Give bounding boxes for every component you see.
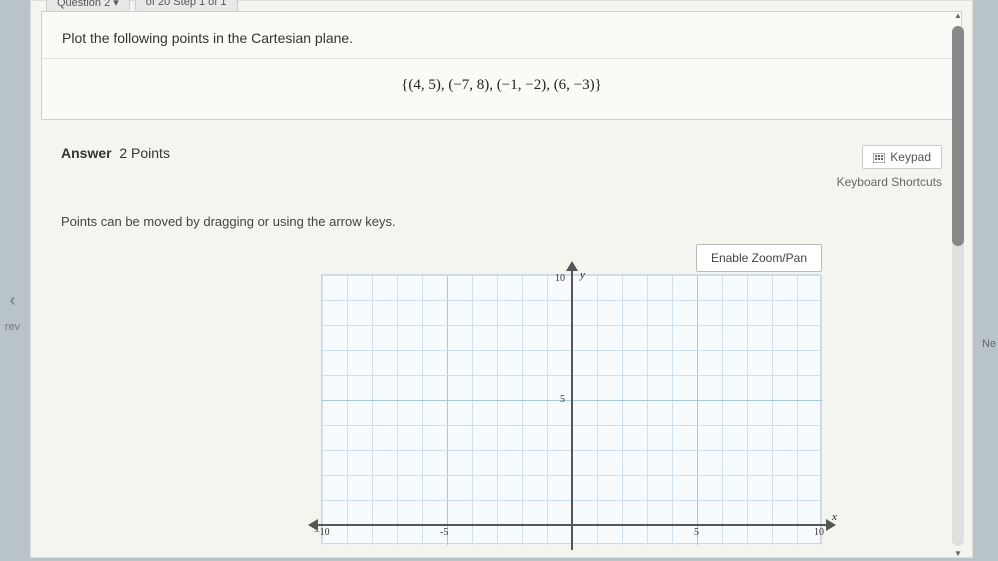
tick-x-5: 5 — [694, 527, 699, 538]
question-tab[interactable]: Question 2 ▾ — [46, 0, 130, 12]
main-content: Question 2 ▾ of 20 Step 1 of 1 Plot the … — [30, 0, 973, 558]
tick-x-neg10: −10 — [314, 527, 330, 538]
prev-label: rev — [0, 321, 25, 333]
scroll-thumb[interactable] — [952, 26, 964, 246]
answer-header: Answer 2 Points Keypad Keyboard Shortcut… — [41, 130, 962, 199]
prev-arrow-icon: ‹ — [0, 290, 25, 311]
keyboard-shortcuts-link[interactable]: Keyboard Shortcuts — [837, 175, 942, 189]
keypad-controls: Keypad Keyboard Shortcuts — [837, 145, 942, 189]
hint-text: Points can be moved by dragging or using… — [31, 199, 972, 239]
question-nav-tabs: Question 2 ▾ of 20 Step 1 of 1 — [46, 0, 238, 12]
next-label: Ne — [982, 338, 996, 350]
step-tab: of 20 Step 1 of 1 — [135, 0, 238, 12]
tick-y-10: 10 — [555, 273, 565, 284]
points-set: {(4, 5), (−7, 8), (−1, −2), (6, −3)} — [42, 59, 961, 119]
graph-area: Enable Zoom/Pan — [61, 239, 942, 549]
zoom-pan-button[interactable]: Enable Zoom/Pan — [696, 244, 822, 272]
y-axis-up-arrow-icon — [566, 261, 578, 271]
x-axis-label: x — [832, 511, 837, 523]
scroll-up-icon[interactable]: ▲ — [952, 11, 964, 23]
cartesian-plane[interactable]: 10 5 −10 -5 5 10 y x — [321, 274, 821, 544]
keypad-label: Keypad — [890, 150, 931, 164]
tick-y-5: 5 — [560, 394, 565, 405]
keypad-button[interactable]: Keypad — [862, 145, 942, 169]
scrollbar[interactable] — [952, 26, 964, 546]
question-box: Plot the following points in the Cartesi… — [41, 11, 962, 120]
instruction-text: Plot the following points in the Cartesi… — [42, 12, 961, 59]
tick-x-10: 10 — [814, 527, 824, 538]
scroll-down-icon[interactable]: ▼ — [952, 549, 964, 561]
answer-label: Answer 2 Points — [61, 145, 170, 161]
tick-x-neg5: -5 — [440, 527, 448, 538]
y-axis — [571, 265, 573, 550]
keypad-icon — [873, 152, 885, 162]
y-axis-label: y — [580, 269, 585, 281]
prev-navigation[interactable]: ‹ rev — [0, 290, 25, 333]
